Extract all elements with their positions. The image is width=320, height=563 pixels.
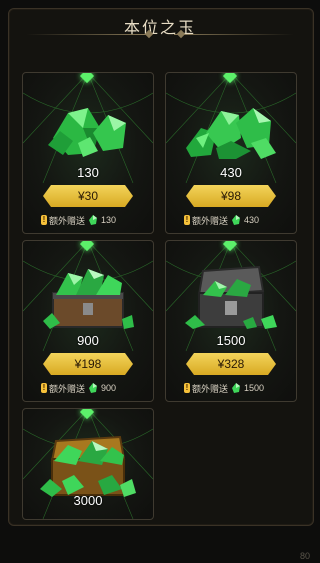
bonus-label: 额外赠送 xyxy=(49,383,86,394)
title-ornament-left xyxy=(26,34,146,35)
exclamation-icon: ! xyxy=(184,215,190,225)
pack-card-4[interactable]: 1500 ¥328 ! 额外赠送 1500 xyxy=(165,240,297,402)
pack-amount: 430 xyxy=(220,165,242,180)
jade-icon xyxy=(232,215,241,225)
bonus-amount: 130 xyxy=(101,215,117,225)
bonus-label: 额外赠送 xyxy=(192,383,229,394)
price-button[interactable]: ¥30 xyxy=(43,185,133,207)
pack-card-3[interactable]: 900 ¥198 ! 额外赠送 900 xyxy=(22,240,154,402)
bonus-amount: 430 xyxy=(244,215,260,225)
bonus-label: 额外赠送 xyxy=(192,215,229,226)
gem-pile-icon xyxy=(48,108,126,157)
gem-iron-chest-icon xyxy=(185,265,277,329)
bonus-amount: 900 xyxy=(101,383,117,393)
pack-card-5[interactable]: 3000 xyxy=(22,408,154,520)
price-label: ¥328 xyxy=(217,357,245,371)
price-label: ¥198 xyxy=(74,357,102,371)
price-label: ¥98 xyxy=(220,189,242,203)
gem-gold-chest-icon xyxy=(40,435,136,497)
exclamation-icon: ! xyxy=(41,383,47,393)
exclamation-icon: ! xyxy=(184,383,190,393)
bonus-label: 额外赠送 xyxy=(49,215,86,226)
bonus-row: ! 额外赠送 430 xyxy=(184,213,259,227)
title-bar: 本位之玉 xyxy=(8,8,312,44)
jade-icon xyxy=(232,383,241,393)
pack-amount: 130 xyxy=(77,165,99,180)
jade-icon xyxy=(89,383,98,393)
price-label: ¥30 xyxy=(77,189,99,203)
pack-amount: 3000 xyxy=(73,493,103,508)
price-button[interactable]: ¥98 xyxy=(186,185,276,207)
price-button[interactable]: ¥198 xyxy=(43,353,133,375)
price-button[interactable]: ¥328 xyxy=(186,353,276,375)
bonus-amount: 1500 xyxy=(244,383,265,393)
jade-icon xyxy=(89,215,98,225)
bonus-row: ! 额外赠送 130 xyxy=(41,213,116,227)
bonus-row: ! 额外赠送 1500 xyxy=(184,381,264,395)
gem-chest-icon xyxy=(43,269,134,329)
title-ornament-right xyxy=(174,34,294,35)
pack-amount: 1500 xyxy=(216,333,246,348)
pack-amount: 900 xyxy=(77,333,99,348)
pack-card-2[interactable]: 430 ¥98 ! 额外赠送 430 xyxy=(165,72,297,234)
bonus-row: ! 额外赠送 900 xyxy=(41,381,116,395)
footer-number: 80 xyxy=(299,551,310,561)
exclamation-icon: ! xyxy=(41,215,47,225)
pack-card-1[interactable]: 130 ¥30 ! 额外赠送 130 xyxy=(22,72,154,234)
gem-heap-icon xyxy=(186,108,276,159)
